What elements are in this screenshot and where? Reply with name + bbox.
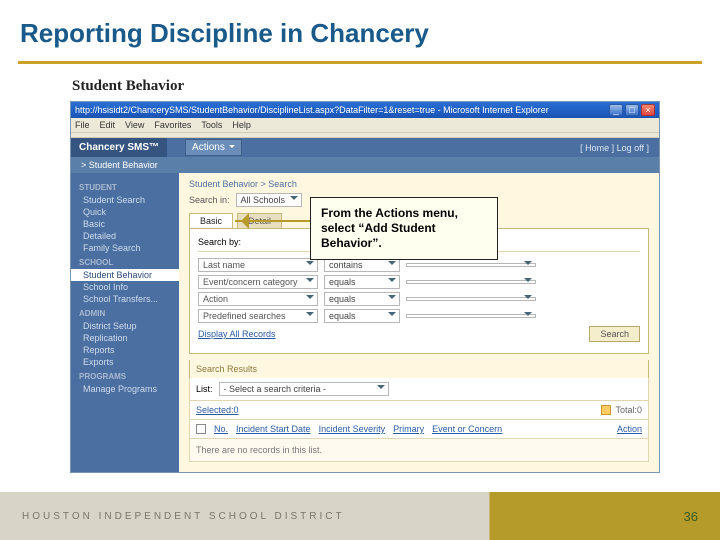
sidebar-item-exports[interactable]: Exports (71, 356, 179, 368)
callout-box: From the Actions menu, select “Add Stude… (310, 197, 498, 260)
app-logo: Chancery SMS™ (71, 138, 167, 157)
field-event-category[interactable]: Event/concern category (198, 275, 318, 289)
total-count: Total:0 (601, 405, 642, 415)
logoff-link[interactable]: Log off ] (617, 143, 649, 153)
app-links: [ Home ] Log off ] (570, 143, 659, 153)
sidebar-item-district-setup[interactable]: District Setup (71, 320, 179, 332)
col-severity[interactable]: Incident Severity (319, 424, 386, 434)
op-action[interactable]: equals (324, 292, 400, 306)
sidebar-group-admin: ADMIN (71, 305, 179, 320)
slide-footer: HOUSTON INDEPENDENT SCHOOL DISTRICT 36 (0, 492, 720, 540)
sidebar-item-detailed[interactable]: Detailed (71, 230, 179, 242)
sidebar-item-school-info[interactable]: School Info (71, 281, 179, 293)
browser-titlebar: http://hsisidt2/ChancerySMS/StudentBehav… (71, 102, 659, 118)
col-no[interactable]: No. (214, 424, 228, 434)
selected-link[interactable]: Selected:0 (196, 405, 239, 415)
sidebar-item-family-search[interactable]: Family Search (71, 242, 179, 254)
sidebar-group-student: STUDENT (71, 179, 179, 194)
footer-brand: HOUSTON INDEPENDENT SCHOOL DISTRICT (0, 511, 345, 522)
window-buttons: _ □ × (609, 104, 655, 116)
chevron-down-icon (229, 145, 235, 151)
val-predefined[interactable] (406, 314, 536, 318)
op-lastname[interactable]: contains (324, 258, 400, 272)
list-label: List: (196, 384, 213, 394)
actions-menu-button[interactable]: Actions (185, 139, 242, 156)
menu-tools[interactable]: Tools (201, 120, 222, 130)
col-event[interactable]: Event or Concern (432, 424, 502, 434)
total-label: Total:0 (615, 405, 642, 415)
search-in-label: Search in: (189, 195, 230, 205)
page-number: 36 (684, 509, 720, 524)
field-predefined[interactable]: Predefined searches (198, 309, 318, 323)
browser-window: http://hsisidt2/ChancerySMS/StudentBehav… (70, 101, 660, 473)
col-start-date[interactable]: Incident Start Date (236, 424, 311, 434)
field-action[interactable]: Action (198, 292, 318, 306)
field-lastname[interactable]: Last name (198, 258, 318, 272)
op-predefined[interactable]: equals (324, 309, 400, 323)
close-icon[interactable]: × (641, 104, 655, 116)
results-columns: No. Incident Start Date Incident Severit… (189, 420, 649, 439)
sidebar-item-student-search[interactable]: Student Search (71, 194, 179, 206)
section-label: Student Behavior (0, 74, 720, 101)
op-event-category[interactable]: equals (324, 275, 400, 289)
col-primary[interactable]: Primary (393, 424, 424, 434)
maximize-icon[interactable]: □ (625, 104, 639, 116)
actions-label: Actions (192, 142, 225, 153)
document-icon (601, 405, 611, 415)
sidebar-item-quick[interactable]: Quick (71, 206, 179, 218)
sidebar-item-manage-programs[interactable]: Manage Programs (71, 383, 179, 395)
val-lastname[interactable] (406, 263, 536, 267)
browser-menubar: File Edit View Favorites Tools Help (71, 118, 659, 132)
title-rule (18, 61, 702, 64)
sidebar-item-reports[interactable]: Reports (71, 344, 179, 356)
sidebar-item-student-behavior[interactable]: Student Behavior (71, 269, 179, 281)
sidebar-item-basic[interactable]: Basic (71, 218, 179, 230)
app-breadcrumb: > Student Behavior (71, 157, 659, 173)
browser-title-text: http://hsisidt2/ChancerySMS/StudentBehav… (75, 105, 609, 115)
sidebar: STUDENT Student Search Quick Basic Detai… (71, 173, 179, 472)
select-all-checkbox[interactable] (196, 424, 206, 434)
search-button[interactable]: Search (589, 326, 640, 342)
page-crumb: Student Behavior > Search (189, 179, 649, 193)
display-all-link[interactable]: Display All Records (198, 329, 276, 339)
sidebar-item-replication[interactable]: Replication (71, 332, 179, 344)
list-selector-row: List: - Select a search criteria - (189, 378, 649, 401)
val-event-category[interactable] (406, 280, 536, 284)
home-link[interactable]: [ Home ] (580, 143, 614, 153)
sidebar-group-programs: PROGRAMS (71, 368, 179, 383)
menu-edit[interactable]: Edit (100, 120, 116, 130)
list-select[interactable]: - Select a search criteria - (219, 382, 389, 396)
results-header: Search Results (189, 360, 649, 378)
menu-view[interactable]: View (125, 120, 144, 130)
search-in-select[interactable]: All Schools (236, 193, 303, 207)
col-action[interactable]: Action (617, 424, 642, 434)
tab-basic[interactable]: Basic (189, 213, 233, 228)
no-records-msg: There are no records in this list. (189, 439, 649, 462)
minimize-icon[interactable]: _ (609, 104, 623, 116)
menu-favorites[interactable]: Favorites (154, 120, 191, 130)
selection-row: Selected:0 Total:0 (189, 401, 649, 420)
menu-file[interactable]: File (75, 120, 90, 130)
slide-title: Reporting Discipline in Chancery (0, 0, 720, 57)
sidebar-group-school: SCHOOL (71, 254, 179, 269)
val-action[interactable] (406, 297, 536, 301)
sidebar-item-school-transfers[interactable]: School Transfers... (71, 293, 179, 305)
app-header: Chancery SMS™ Actions [ Home ] Log off ] (71, 138, 659, 157)
menu-help[interactable]: Help (232, 120, 251, 130)
callout-arrow (235, 210, 313, 232)
